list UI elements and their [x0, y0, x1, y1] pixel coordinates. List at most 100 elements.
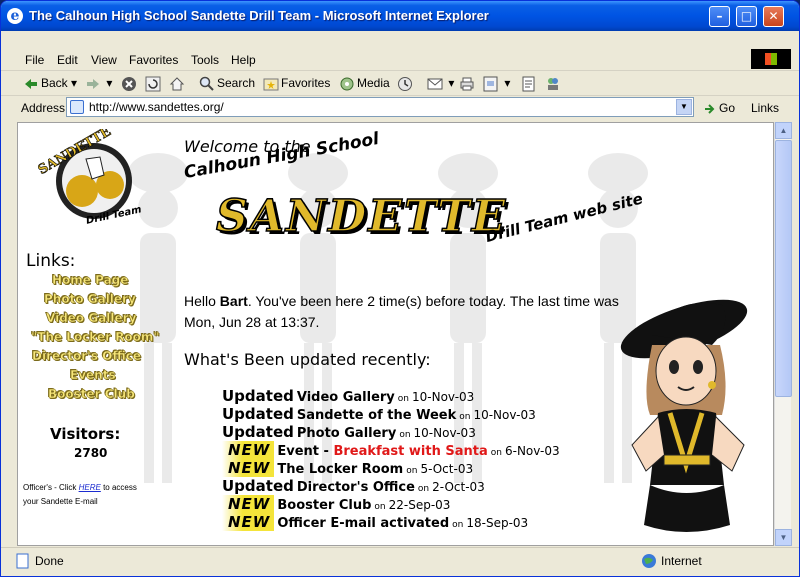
history-button[interactable] [397, 76, 415, 92]
update-row: Updated Sandette of the Week on 10-Nov-03 [222, 405, 536, 423]
search-button[interactable]: Search [199, 76, 255, 92]
update-item[interactable]: The Locker Room [277, 462, 403, 477]
search-icon [199, 76, 215, 92]
print-button[interactable] [459, 76, 477, 92]
messenger-icon [545, 76, 561, 92]
minimize-button[interactable]: – [709, 6, 730, 27]
recent-updates-heading: What's Been updated recently: [184, 350, 431, 369]
menu-view[interactable]: View [91, 53, 117, 67]
update-date: 22-Sep-03 [388, 498, 451, 512]
address-box[interactable]: ▼ [66, 97, 694, 117]
officer-email-link[interactable]: HERE [79, 483, 101, 492]
standard-toolbar: Back ▾ ▾ Search Favorites Media ▾ ▾ [1, 72, 799, 96]
menu-edit[interactable]: Edit [57, 53, 78, 67]
banner-title: SANDETTE [215, 190, 508, 243]
nav-link-booster-club[interactable]: Booster Club [48, 387, 135, 401]
update-item[interactable]: Video Gallery [297, 390, 395, 405]
status-bar: Done Internet [1, 547, 799, 572]
forward-arrow-icon [85, 76, 101, 92]
vertical-scrollbar[interactable]: ▲ ▼ [774, 122, 792, 546]
update-row: NEW Event - Breakfast with Santa on 6-Nov-0… [222, 441, 560, 459]
mail-button[interactable]: ▾ [427, 76, 454, 92]
update-item[interactable]: Sandette of the Week [297, 408, 456, 423]
scroll-thumb[interactable] [775, 140, 792, 397]
update-item[interactable]: Booster Club [277, 498, 371, 513]
new-badge: NEW [222, 495, 275, 513]
user-name: Bart [219, 293, 248, 309]
menu-help[interactable]: Help [231, 53, 256, 67]
home-button[interactable] [169, 76, 187, 92]
update-item[interactable]: Officer E-mail activated [277, 516, 449, 531]
updated-badge: Updated [222, 423, 294, 441]
update-row: NEW Officer E-mail activated on 18-Sep-03 [222, 513, 528, 531]
page-viewport: SANDETTE Drill Team Links: Home Page Pho… [17, 122, 774, 546]
back-button[interactable]: Back ▾ [23, 76, 77, 92]
address-input[interactable] [89, 100, 669, 114]
status-text: Done [35, 554, 64, 568]
scroll-up-button[interactable]: ▲ [775, 122, 792, 139]
update-date: 6-Nov-03 [504, 444, 560, 458]
title-bar[interactable]: e The Calhoun High School Sandette Drill… [1, 1, 799, 31]
maximize-button[interactable]: □ [736, 6, 757, 27]
browser-window: e The Calhoun High School Sandette Drill… [0, 0, 800, 577]
messenger-button[interactable] [545, 76, 563, 92]
close-button[interactable]: ✕ [763, 6, 784, 27]
nav-link-locker-room[interactable]: "The Locker Room" [31, 330, 160, 344]
update-item[interactable]: Photo Gallery [297, 426, 396, 441]
menu-file[interactable]: File [25, 53, 44, 67]
scroll-down-button[interactable]: ▼ [775, 529, 792, 546]
go-arrow-icon [703, 102, 717, 116]
nav-link-photo-gallery[interactable]: Photo Gallery [44, 292, 136, 306]
updated-badge: Updated [222, 387, 294, 405]
address-dropdown-button[interactable]: ▼ [676, 99, 692, 115]
discuss-button[interactable] [521, 76, 539, 92]
update-item: Event - [277, 444, 334, 459]
nav-link-directors-office[interactable]: Director's Office [32, 349, 141, 363]
go-button[interactable]: Go [703, 101, 735, 116]
menu-bar: File Edit View Favorites Tools Help [1, 49, 799, 71]
stop-icon [121, 76, 137, 92]
back-arrow-icon [23, 76, 39, 92]
update-row: Updated Director's Office on 2-Oct-03 [222, 477, 485, 495]
media-button[interactable]: Media [339, 76, 390, 92]
favorites-button[interactable]: Favorites [263, 76, 330, 92]
windows-flag-icon [751, 49, 791, 69]
favorites-icon [263, 76, 279, 92]
new-badge: NEW [222, 459, 275, 477]
nav-link-home-page[interactable]: Home Page [52, 273, 129, 287]
drill-team-mascot-image [620, 299, 748, 532]
page-icon [70, 100, 84, 114]
officer-email-note: Officer's - Click HERE to access your Sa… [23, 483, 137, 506]
update-date: 5-Oct-03 [420, 462, 474, 476]
new-badge: NEW [222, 441, 275, 459]
address-label: Address [21, 101, 66, 115]
update-date: 10-Nov-03 [412, 390, 475, 404]
breakfast-with-santa-link[interactable]: Breakfast with Santa [333, 444, 487, 459]
visitors-heading: Visitors: [50, 425, 121, 443]
nav-link-video-gallery[interactable]: Video Gallery [46, 311, 137, 325]
media-icon [339, 76, 355, 92]
update-date: 18-Sep-03 [466, 516, 529, 530]
links-button[interactable]: Links [751, 101, 779, 115]
edit-button[interactable]: ▾ [483, 76, 510, 92]
menu-favorites[interactable]: Favorites [129, 53, 178, 67]
discuss-icon [521, 76, 537, 92]
nav-link-events[interactable]: Events [70, 368, 116, 382]
update-item[interactable]: Director's Office [297, 480, 415, 495]
update-row: Updated Photo Gallery on 10-Nov-03 [222, 423, 476, 441]
refresh-button[interactable] [145, 76, 163, 92]
update-date: 2-Oct-03 [432, 480, 485, 494]
window-title: The Calhoun High School Sandette Drill T… [29, 8, 489, 23]
mail-icon [427, 76, 443, 92]
menu-tools[interactable]: Tools [191, 53, 219, 67]
print-icon [459, 76, 475, 92]
sandette-logo[interactable]: SANDETTE Drill Team [30, 129, 150, 225]
update-row: NEW Booster Club on 22-Sep-03 [222, 495, 450, 513]
stop-button[interactable] [121, 76, 139, 92]
new-badge: NEW [222, 513, 275, 531]
security-zone: Internet [661, 554, 702, 568]
updated-badge: Updated [222, 405, 294, 423]
visitor-count: 2780 [74, 446, 108, 460]
forward-button[interactable]: ▾ [85, 76, 112, 92]
ie-icon: e [7, 8, 23, 24]
